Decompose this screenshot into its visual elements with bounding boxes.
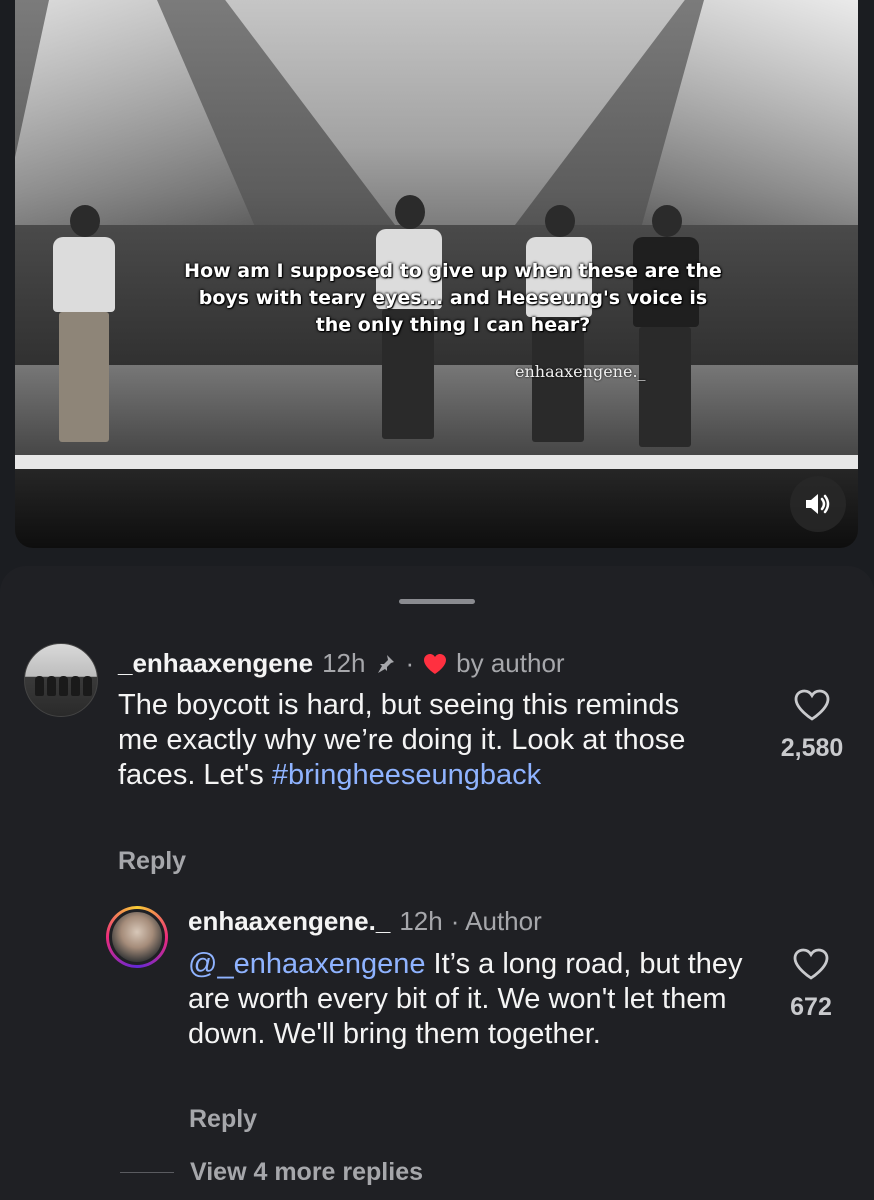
caption-line-2: boys with teary eyes... and Heeseung's v… xyxy=(198,287,708,309)
avatar[interactable] xyxy=(24,643,98,717)
heart-outline-icon[interactable] xyxy=(792,947,830,981)
like-count: 2,580 xyxy=(780,734,844,762)
author-tag: · Author xyxy=(450,906,542,936)
video-watermark: enhaaxengene._ xyxy=(515,362,646,381)
reply-like[interactable]: 672 xyxy=(771,947,851,1022)
comment-username[interactable]: _enhaaxengene xyxy=(118,648,313,679)
reply-text: @_enhaaxengene It’s a long road, but the… xyxy=(188,947,758,1052)
reply-time: 12h xyxy=(399,906,443,936)
volume-on-icon xyxy=(806,494,830,514)
sound-toggle-button[interactable] xyxy=(790,476,846,532)
reply-avatar[interactable] xyxy=(106,906,168,968)
red-heart-icon xyxy=(424,653,447,674)
meta-separator: · xyxy=(405,648,415,678)
caption-line-3: the only thing I can hear? xyxy=(315,314,591,336)
sheet-drag-handle[interactable] xyxy=(399,599,475,604)
comment-text: The boycott is hard, but seeing this rem… xyxy=(118,688,708,793)
reply-like-count: 672 xyxy=(790,993,832,1021)
crowd-silhouette xyxy=(15,469,858,548)
comment-time: 12h xyxy=(322,648,366,678)
view-more-replies-button[interactable]: View 4 more replies xyxy=(190,1158,423,1187)
reply-button[interactable]: Reply xyxy=(118,847,186,876)
by-author-label: by author xyxy=(456,648,565,678)
video-caption: How am I supposed to give up when these … xyxy=(123,258,783,339)
caption-line-1: How am I supposed to give up when these … xyxy=(184,260,722,282)
reply-meta: enhaaxengene._ 12h · Author xyxy=(188,906,542,937)
mention-link[interactable]: @_enhaaxengene xyxy=(188,948,425,980)
stage-edge xyxy=(15,455,858,469)
reply-username[interactable]: enhaaxengene._ xyxy=(188,906,390,937)
hashtag-link[interactable]: #bringheeseungback xyxy=(272,759,541,791)
comment-like[interactable]: 2,580 xyxy=(772,688,852,763)
divider xyxy=(120,1172,174,1173)
heart-outline-icon[interactable] xyxy=(793,688,831,722)
video-player[interactable]: How am I supposed to give up when these … xyxy=(15,0,858,548)
reply-button[interactable]: Reply xyxy=(189,1105,257,1134)
comments-sheet: _enhaaxengene 12h · by author The boycot… xyxy=(0,566,874,1200)
performer-1 xyxy=(45,205,125,450)
comment-meta: _enhaaxengene 12h · by author xyxy=(118,648,565,679)
pin-icon xyxy=(378,654,395,673)
